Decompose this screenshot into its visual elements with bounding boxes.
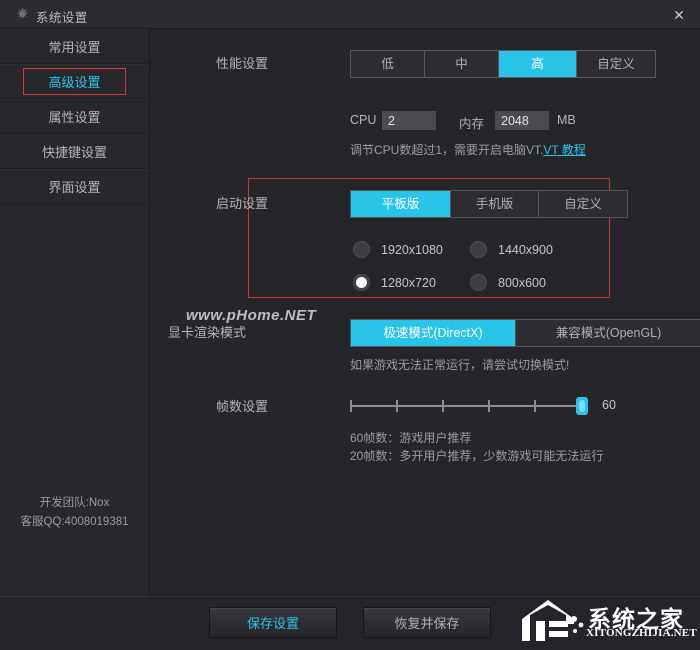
resolution-option-800x600[interactable]: 800x600 [470, 274, 546, 291]
fps-hint: 60帧数：游戏用户推荐 20帧数：多开用户推荐，少数游戏可能无法运行 [350, 429, 603, 465]
resolution-label: 1920x1080 [381, 242, 443, 257]
cpu-label: CPU [350, 113, 377, 127]
support-qq-text: 客服QQ:4008019381 [20, 516, 129, 528]
fps-label: 帧数设置 [215, 399, 268, 414]
window-title: 系统设置 [36, 11, 88, 25]
resolution-label: 1280x720 [381, 275, 436, 290]
vt-hint-text: 调节CPU数超过1，需要开启电脑VT. [350, 143, 544, 157]
resolution-option-1280x720[interactable]: 1280x720 [353, 274, 436, 291]
render-mode-segmented-control: 极速模式(DirectX) 兼容模式(OpenGL) [350, 319, 700, 347]
performance-option-high[interactable]: 高 [499, 51, 577, 77]
sidebar-item-label: 界面设置 [48, 180, 101, 195]
fps-hint-line-1: 60帧数：游戏用户推荐 [350, 431, 472, 445]
render-mode-row: 显卡渲染模式 极速模式(DirectX) 兼容模式(OpenGL) [150, 319, 700, 347]
dev-team-text: 开发团队:Nox [39, 497, 110, 509]
resolution-label: 800x600 [498, 275, 546, 290]
render-mode-label: 显卡渲染模式 [167, 325, 246, 340]
slider-handle[interactable] [576, 397, 588, 415]
slider-tick [350, 400, 352, 412]
title-bar: 系统设置 ✕ [0, 0, 700, 29]
fps-slider[interactable]: 60 [350, 397, 616, 415]
memory-input[interactable] [495, 111, 549, 130]
slider-tick [396, 400, 398, 412]
fps-row: 帧数设置 60 [150, 397, 700, 417]
slider-tick [534, 400, 536, 412]
startup-option-phone[interactable]: 手机版 [451, 191, 539, 217]
sidebar: 常用设置 高级设置 属性设置 快捷键设置 界面设置 开发团队:Nox 客服QQ:… [0, 29, 150, 596]
resolution-option-1920x1080[interactable]: 1920x1080 [353, 241, 443, 258]
sidebar-item-label: 属性设置 [48, 110, 101, 125]
restore-and-save-button[interactable]: 恢复并保存 [363, 607, 491, 638]
sidebar-nav: 常用设置 高级设置 属性设置 快捷键设置 界面设置 [0, 29, 149, 204]
footer-bar: 保存设置 恢复并保存 [0, 596, 700, 650]
sidebar-item-label: 常用设置 [48, 40, 101, 55]
render-mode-hint: 如果游戏无法正常运行，请尝试切换模式! [350, 358, 570, 372]
resolution-option-1440x900[interactable]: 1440x900 [470, 241, 553, 258]
gear-icon [16, 8, 29, 21]
fps-hint-line-2: 20帧数：多开用户推荐，少数游戏可能无法运行 [350, 449, 604, 463]
radio-icon[interactable] [353, 241, 370, 258]
cpu-input[interactable] [382, 111, 436, 130]
resolution-group: 1920x1080 1440x900 1280x720 800x600 [150, 241, 700, 301]
vt-tutorial-link[interactable]: VT 教程 [543, 143, 585, 157]
slider-tick [488, 400, 490, 412]
slider-track[interactable] [350, 405, 588, 407]
save-button[interactable]: 保存设置 [209, 607, 337, 638]
sidebar-footer: 开发团队:Nox 客服QQ:4008019381 [0, 494, 149, 532]
startup-segmented-control: 平板版 手机版 自定义 [350, 190, 628, 218]
performance-option-medium[interactable]: 中 [425, 51, 499, 77]
performance-row: 性能设置 低 中 高 自定义 [150, 50, 700, 78]
cpu-memory-row: CPU 内存 MB [150, 111, 700, 131]
sidebar-item-interface[interactable]: 界面设置 [0, 169, 149, 204]
performance-option-low[interactable]: 低 [351, 51, 425, 77]
render-mode-option-directx[interactable]: 极速模式(DirectX) [351, 320, 516, 346]
memory-label: 内存 [459, 117, 485, 131]
vt-hint: 调节CPU数超过1，需要开启电脑VT.VT 教程 [350, 141, 586, 159]
sidebar-item-hotkeys[interactable]: 快捷键设置 [0, 134, 149, 169]
radio-icon[interactable] [353, 274, 370, 291]
close-icon[interactable]: ✕ [666, 4, 692, 26]
render-mode-option-opengl[interactable]: 兼容模式(OpenGL) [516, 320, 700, 346]
performance-segmented-control: 低 中 高 自定义 [350, 50, 656, 78]
fps-value: 60 [602, 398, 616, 412]
startup-option-custom[interactable]: 自定义 [539, 191, 627, 217]
performance-label: 性能设置 [215, 56, 268, 71]
performance-option-custom[interactable]: 自定义 [577, 51, 655, 77]
startup-row: 启动设置 平板版 手机版 自定义 [150, 190, 700, 218]
settings-panel: 性能设置 低 中 高 自定义 CPU 内存 MB 调节CPU数超过1，需要开启电… [150, 29, 700, 596]
sidebar-item-advanced[interactable]: 高级设置 [0, 64, 149, 99]
radio-icon[interactable] [470, 274, 487, 291]
memory-unit-label: MB [557, 113, 576, 127]
sidebar-item-label: 高级设置 [48, 75, 101, 90]
radio-icon[interactable] [470, 241, 487, 258]
sidebar-item-properties[interactable]: 属性设置 [0, 99, 149, 134]
resolution-label: 1440x900 [498, 242, 553, 257]
system-settings-window: 系统设置 ✕ 常用设置 高级设置 属性设置 快捷键设置 界面设置 开发团队:No… [0, 0, 700, 650]
sidebar-item-label: 快捷键设置 [41, 145, 107, 160]
sidebar-item-common[interactable]: 常用设置 [0, 29, 149, 64]
startup-label: 启动设置 [215, 196, 268, 211]
slider-tick [442, 400, 444, 412]
startup-option-tablet[interactable]: 平板版 [351, 191, 451, 217]
